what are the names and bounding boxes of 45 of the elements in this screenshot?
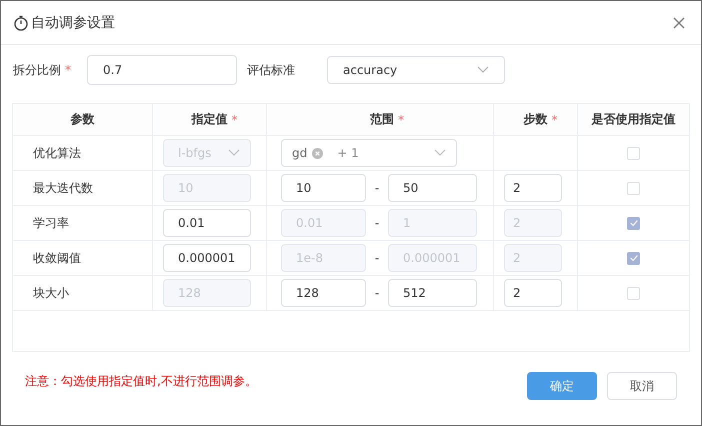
required-mark: *	[64, 63, 72, 77]
required-mark: *	[552, 112, 558, 126]
checkbox[interactable]	[627, 182, 640, 194]
range-select[interactable]: gd + 1	[281, 139, 457, 167]
dialog-title: 自动调参设置	[31, 14, 116, 32]
split-ratio-label: 拆分比例	[13, 62, 61, 78]
clear-icon[interactable]	[312, 148, 324, 158]
column-label: 参数	[70, 111, 94, 128]
range-separator: -	[374, 181, 380, 195]
required-mark: *	[398, 112, 404, 126]
parameter-name: 收敛阈值	[33, 250, 81, 266]
parameter-name: 最大迭代数	[33, 180, 93, 196]
range-separator: -	[374, 216, 380, 230]
caret-icon	[228, 149, 240, 157]
caret-icon	[477, 66, 489, 74]
range-separator: -	[374, 251, 380, 265]
parameter-name: 优化算法	[33, 144, 81, 162]
split-ratio-field[interactable]: 0.7	[87, 55, 237, 85]
column-label: 步数	[524, 111, 548, 128]
range-separator: -	[374, 286, 380, 300]
column-label: 范围	[370, 111, 394, 128]
step-field[interactable]: 2	[504, 279, 562, 307]
checkbox[interactable]	[627, 216, 640, 230]
metric-select[interactable]: accuracy	[327, 56, 505, 84]
step-field[interactable]: 2	[504, 174, 562, 202]
value-field[interactable]: 0.01	[163, 209, 251, 237]
cancel-button[interactable]: 取消	[607, 372, 677, 400]
stopwatch-icon	[13, 14, 29, 30]
column-label: 指定值	[192, 111, 228, 128]
range-max-field[interactable]: 512	[388, 279, 477, 307]
parameter-name: 学习率	[33, 214, 69, 232]
checkbox[interactable]	[627, 252, 640, 264]
checkbox[interactable]	[627, 286, 640, 300]
column-label: 是否使用指定值	[592, 111, 676, 128]
required-mark: *	[232, 112, 238, 126]
close-icon[interactable]	[673, 16, 685, 28]
range-max-field[interactable]: 50	[388, 174, 477, 202]
value-field[interactable]: 0.000001	[163, 244, 251, 272]
parameter-name: 块大小	[33, 284, 69, 302]
caret-icon	[434, 149, 446, 157]
range-min-field[interactable]: 10	[281, 174, 366, 202]
metric-label: 评估标准	[247, 62, 296, 78]
range-min-field[interactable]: 128	[281, 279, 366, 307]
note-text: 注意：勾选使用指定值时,不进行范围调参。	[25, 372, 258, 390]
checkbox[interactable]	[627, 146, 640, 160]
